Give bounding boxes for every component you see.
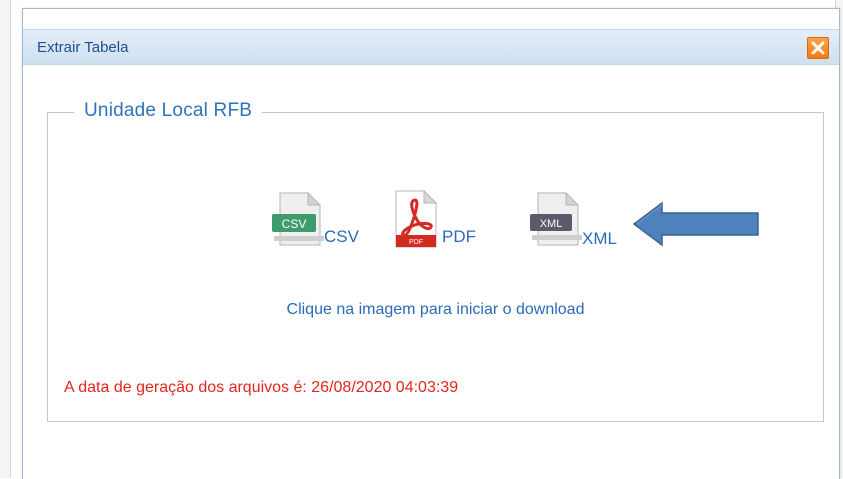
pdf-badge-text: PDF [409,239,423,246]
xml-download-button[interactable]: XML XML [526,189,626,249]
xml-file-icon: XML [530,191,582,246]
dialog-title: Extrair Tabela [37,39,129,56]
xml-badge-text: XML [540,218,563,230]
section-fieldset: Unidade Local RFB CSV CSV PDF PDF XML XM… [47,100,824,422]
pdf-label[interactable]: PDF [442,227,476,247]
csv-badge-text: CSV [282,217,307,231]
csv-file-icon: CSV [272,191,324,246]
xml-label[interactable]: XML [582,229,617,249]
dialog-titlebar[interactable]: Extrair Tabela [23,29,839,65]
csv-label[interactable]: CSV [324,227,359,247]
pdf-file-icon: PDF [395,189,438,248]
csv-download-button[interactable]: CSV CSV [270,189,370,249]
extract-table-dialog: Extrair Tabela Unidade Local RFB CSV CSV [22,8,840,479]
close-x-icon [811,41,825,55]
blue-left-arrow-icon [632,201,759,247]
section-legend: Unidade Local RFB [74,100,263,122]
background-page-left [0,0,11,478]
generation-date-text: A data de geração dos arquivos é: 26/08/… [64,379,459,396]
close-button[interactable] [807,37,829,59]
download-hint: Clique na imagem para iniciar o download [286,301,585,318]
pdf-download-button[interactable]: PDF PDF [388,189,488,249]
